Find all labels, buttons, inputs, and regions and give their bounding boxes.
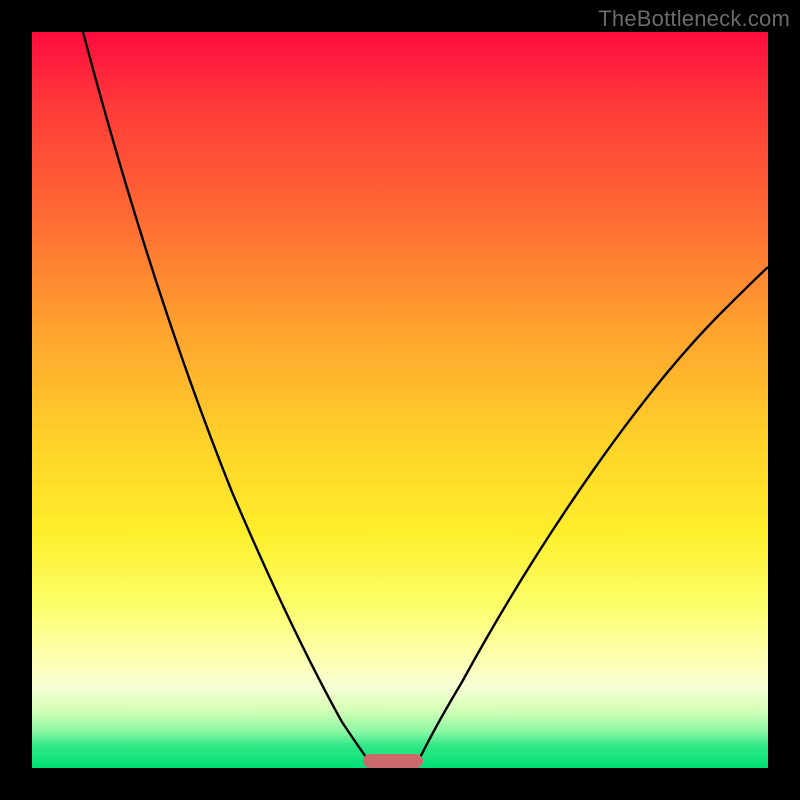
chart-frame: TheBottleneck.com — [0, 0, 800, 800]
optimal-marker — [363, 754, 423, 768]
watermark-text: TheBottleneck.com — [598, 6, 790, 32]
plot-area — [32, 32, 768, 768]
right-branch-curve — [415, 267, 768, 768]
curve-layer — [32, 32, 768, 768]
left-branch-curve — [83, 32, 374, 768]
